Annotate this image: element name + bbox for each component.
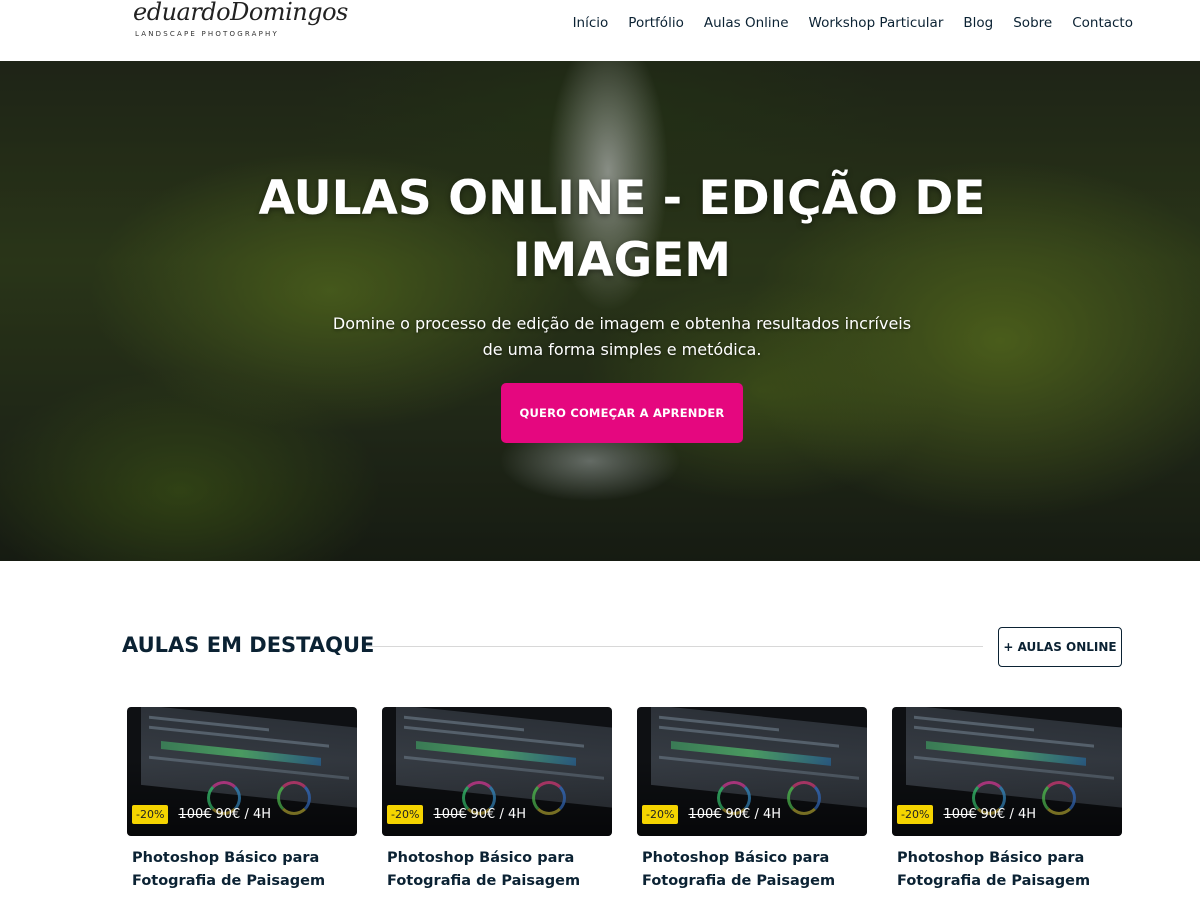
- course-thumbnail[interactable]: -20% 100€ 90€ / 4H: [127, 707, 357, 836]
- course-title[interactable]: Photoshop Básico para Fotografia de Pais…: [642, 847, 867, 893]
- course-thumbnail[interactable]: -20% 100€ 90€ / 4H: [892, 707, 1122, 836]
- course-thumbnail[interactable]: -20% 100€ 90€ / 4H: [637, 707, 867, 836]
- more-online-classes-button[interactable]: + AULAS ONLINE: [998, 627, 1122, 667]
- course-thumbnail[interactable]: -20% 100€ 90€ / 4H: [382, 707, 612, 836]
- site-header: eduardoDomingos LANDSCAPE PHOTOGRAPHY In…: [0, 0, 1200, 61]
- logo-script: eduardoDomingos: [133, 0, 348, 26]
- featured-section-title: AULAS EM DESTAQUE: [122, 633, 375, 657]
- course-card[interactable]: -20% 100€ 90€ / 4H Photoshop Básico para…: [637, 707, 867, 900]
- old-price: 100€: [688, 807, 722, 822]
- discount-badge: -20%: [897, 805, 934, 824]
- nav-item-blog[interactable]: Blog: [963, 15, 993, 31]
- price: 90€ / 4H: [725, 807, 782, 822]
- hero-banner: AULAS ONLINE - EDIÇÃO DE IMAGEM Domine o…: [0, 61, 1200, 561]
- course-title[interactable]: Photoshop Básico para Fotografia de Pais…: [387, 847, 612, 893]
- course-title[interactable]: Photoshop Básico para Fotografia de Pais…: [897, 847, 1122, 893]
- price: 90€ / 4H: [980, 807, 1037, 822]
- course-title[interactable]: Photoshop Básico para Fotografia de Pais…: [132, 847, 357, 893]
- course-card[interactable]: -20% 100€ 90€ / 4H Photoshop Básico para…: [127, 707, 357, 900]
- logo-subtitle: LANDSCAPE PHOTOGRAPHY: [135, 30, 279, 38]
- site-logo[interactable]: eduardoDomingos LANDSCAPE PHOTOGRAPHY: [133, 0, 348, 48]
- section-divider: [367, 646, 983, 647]
- start-learning-button[interactable]: QUERO COMEÇAR A APRENDER: [501, 383, 743, 443]
- old-price: 100€: [178, 807, 212, 822]
- nav-item-inicio[interactable]: Início: [573, 15, 609, 31]
- hero-subtitle: Domine o processo de edição de imagem e …: [332, 314, 912, 359]
- nav-item-portfolio[interactable]: Portfólio: [628, 15, 684, 31]
- hero-title: AULAS ONLINE - EDIÇÃO DE IMAGEM: [258, 171, 986, 288]
- price: 90€ / 4H: [215, 807, 272, 822]
- nav-item-sobre[interactable]: Sobre: [1013, 15, 1052, 31]
- old-price: 100€: [943, 807, 977, 822]
- main-nav: Início Portfólio Aulas Online Workshop P…: [553, 15, 1133, 31]
- nav-item-workshop-particular[interactable]: Workshop Particular: [809, 15, 944, 31]
- price: 90€ / 4H: [470, 807, 527, 822]
- old-price: 100€: [433, 807, 467, 822]
- nav-item-contacto[interactable]: Contacto: [1072, 15, 1133, 31]
- course-card[interactable]: -20% 100€ 90€ / 4H Photoshop Básico para…: [382, 707, 612, 900]
- discount-badge: -20%: [387, 805, 424, 824]
- discount-badge: -20%: [132, 805, 169, 824]
- nav-item-aulas-online[interactable]: Aulas Online: [704, 15, 789, 31]
- course-card[interactable]: -20% 100€ 90€ / 4H Photoshop Básico para…: [892, 707, 1122, 900]
- discount-badge: -20%: [642, 805, 679, 824]
